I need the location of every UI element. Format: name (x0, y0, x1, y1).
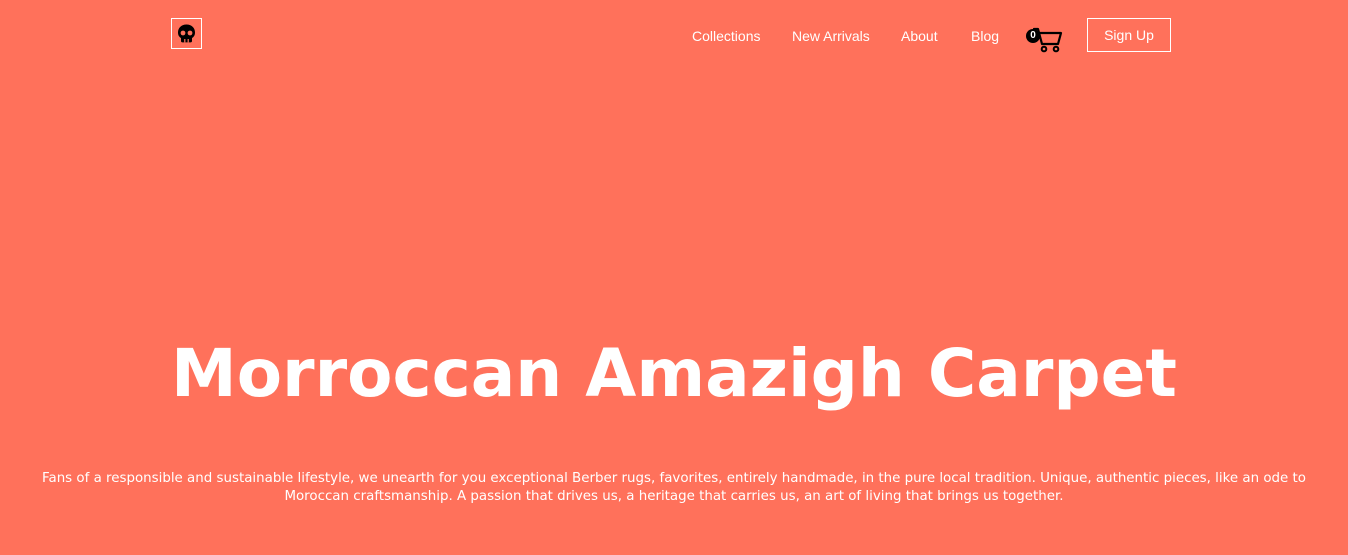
hero-description: Fans of a responsible and sustainable li… (42, 471, 1306, 504)
skull-icon (178, 24, 195, 43)
nav-new-arrivals[interactable]: New Arrivals (792, 27, 870, 45)
cart-count-badge: 0 (1026, 29, 1040, 43)
nav-about[interactable]: About (901, 27, 938, 45)
cart-button[interactable]: 0 (1025, 24, 1065, 56)
site-logo[interactable] (171, 18, 202, 49)
hero-title: Morroccan Amazigh Carpet (171, 335, 1177, 412)
site-header: Collections New Arrivals About Blog 0 Si… (0, 0, 1348, 70)
nav-blog[interactable]: Blog (971, 27, 999, 45)
nav-collections[interactable]: Collections (692, 27, 760, 45)
sign-up-button[interactable]: Sign Up (1087, 18, 1171, 52)
